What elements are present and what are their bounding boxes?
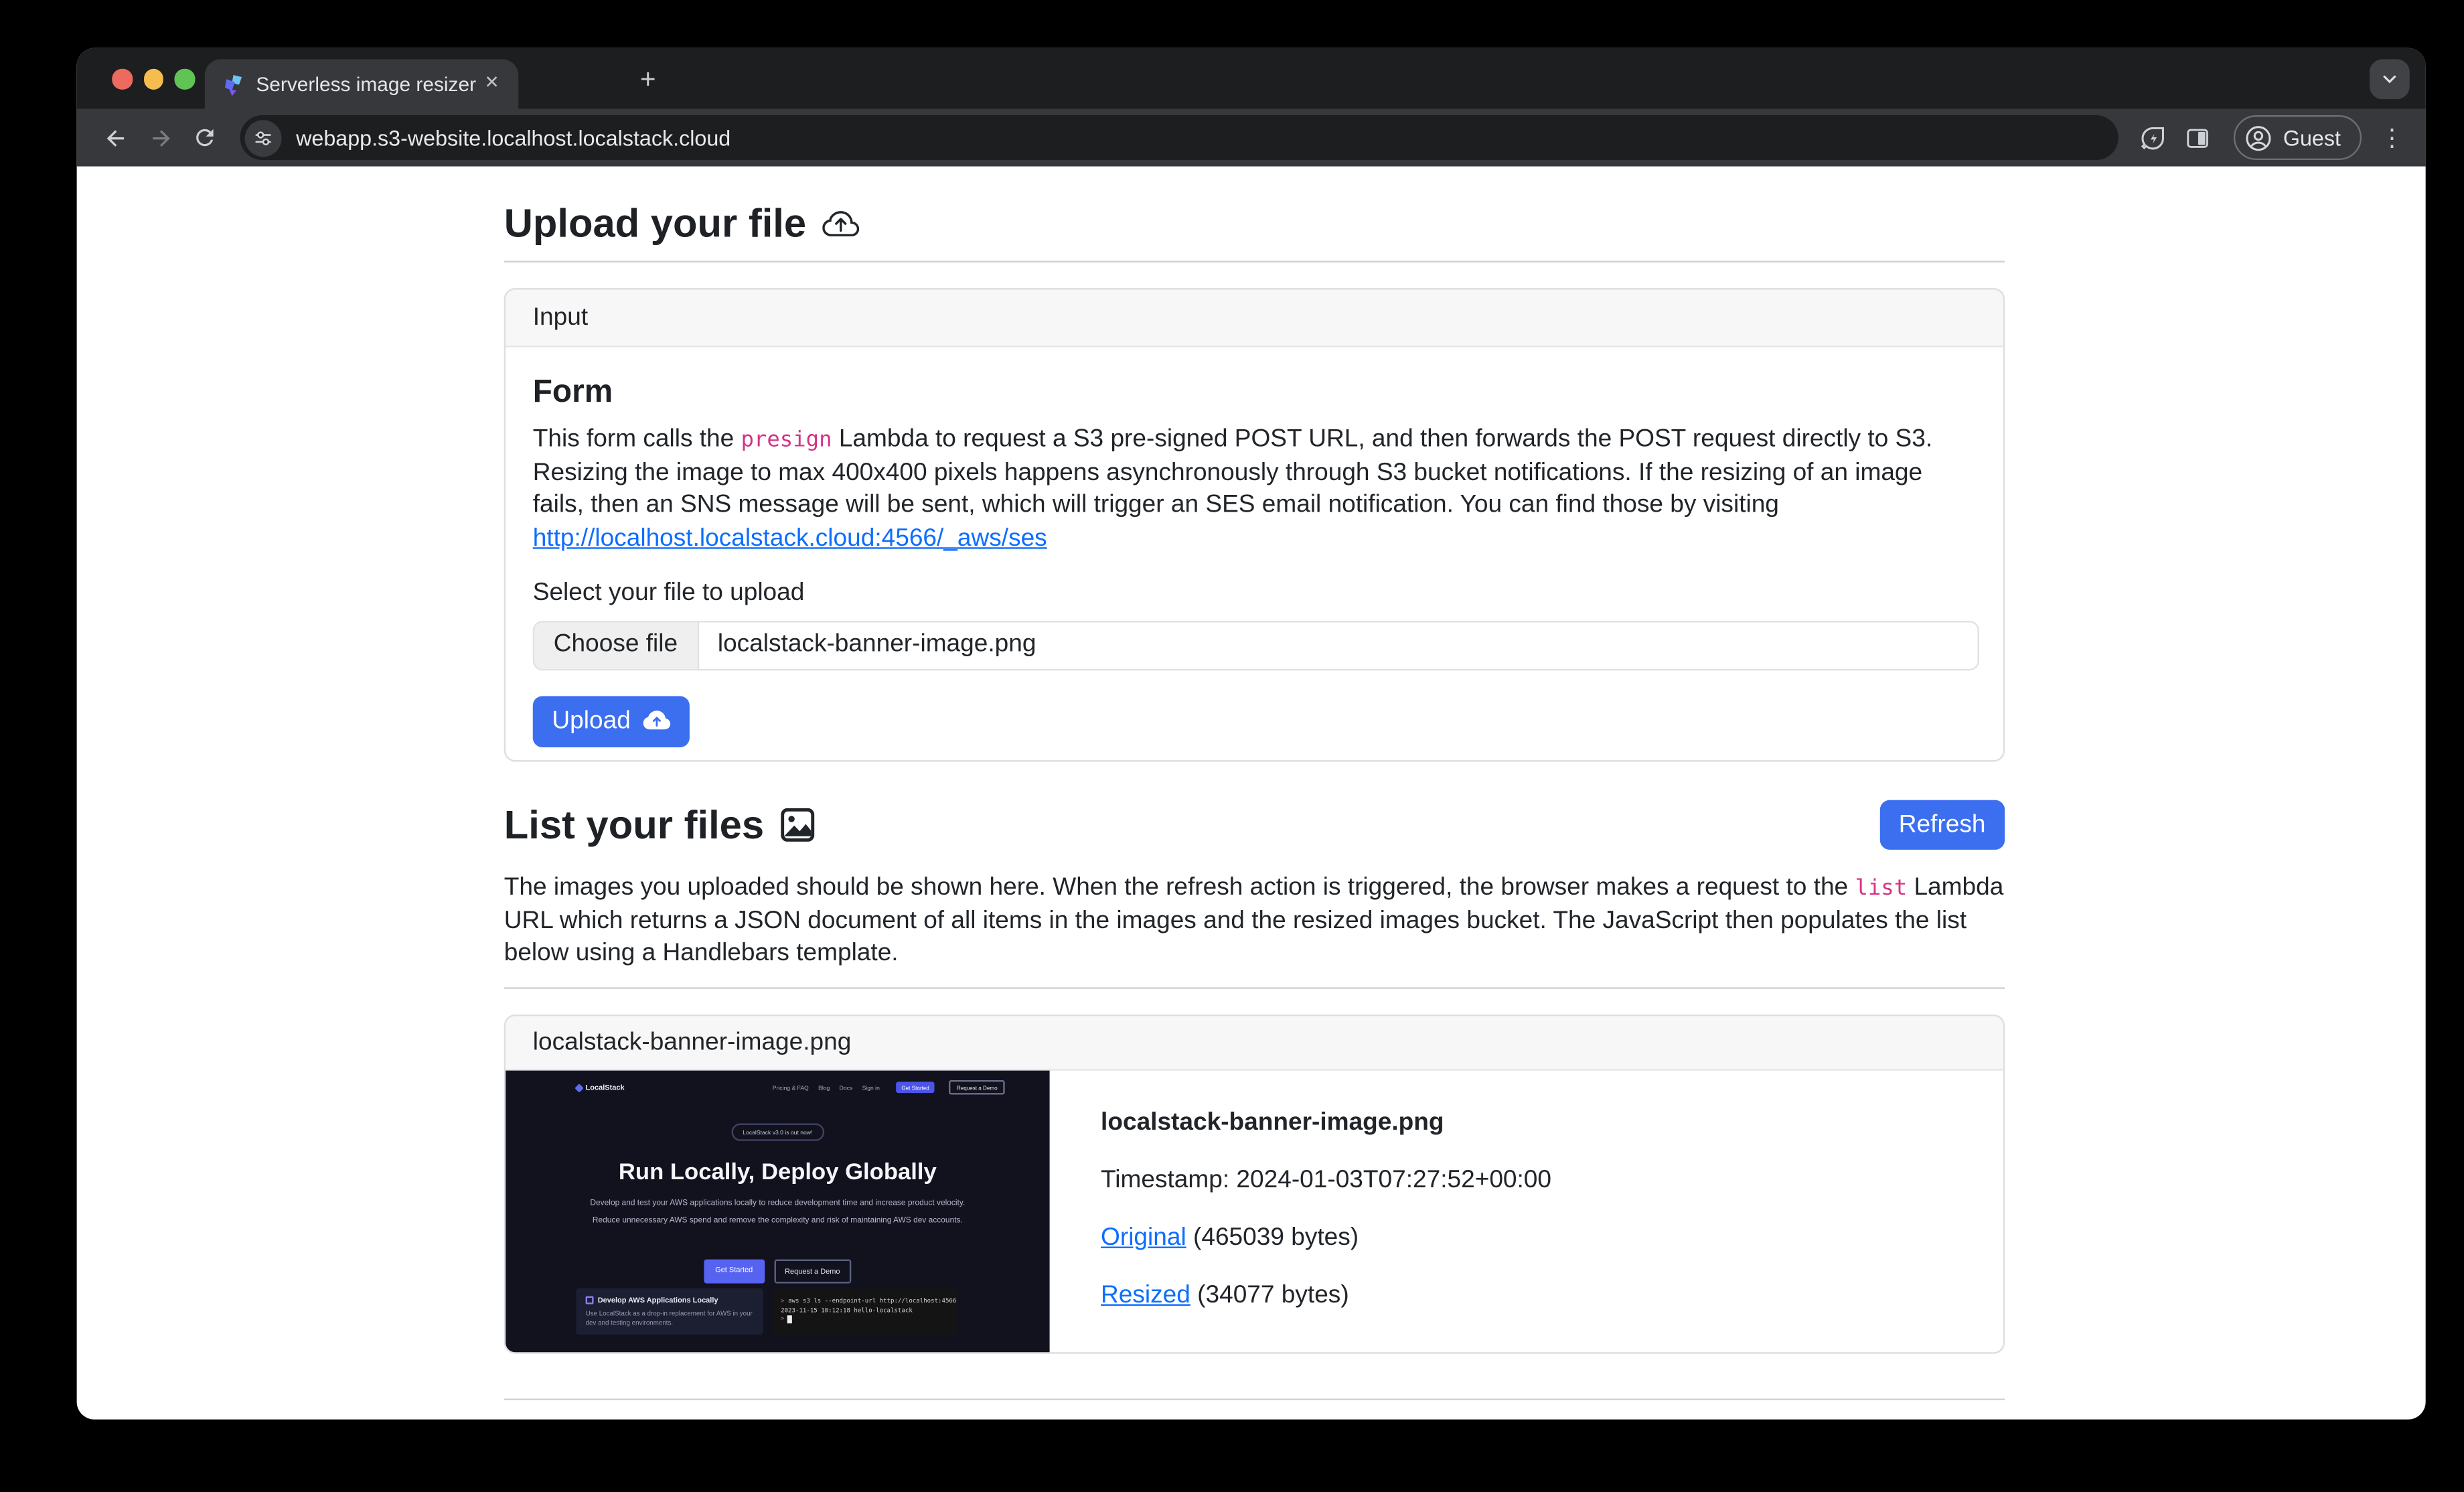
thumb-badge: LocalStack v3.0 is out now! bbox=[732, 1124, 824, 1142]
list-code: list bbox=[1855, 875, 1907, 901]
close-tab-icon[interactable]: ✕ bbox=[481, 72, 503, 96]
file-details: localstack-banner-image.png Timestamp: 2… bbox=[1050, 1071, 1551, 1354]
cloud-upload-icon bbox=[822, 206, 859, 242]
original-link[interactable]: Original bbox=[1101, 1224, 1186, 1252]
localstack-logo-icon bbox=[574, 1083, 584, 1092]
browser-tab[interactable]: Serverless image resizer ✕ bbox=[205, 59, 518, 108]
cloud-upload-fill-icon bbox=[643, 708, 671, 735]
upload-heading-row: Upload your file bbox=[504, 200, 2005, 248]
chevron-down-icon bbox=[2379, 69, 2400, 90]
resized-size: (34077 bytes) bbox=[1197, 1282, 1349, 1309]
side-panel-icon bbox=[2185, 124, 2212, 151]
browser-toolbar: webapp.s3-website.localhost.localstack.c… bbox=[77, 108, 2426, 166]
thumb-bottom-row: Develop AWS Applications Locally Use Loc… bbox=[576, 1288, 957, 1335]
file-select-label: Select your file to upload bbox=[533, 579, 1976, 608]
person-icon bbox=[2243, 123, 2273, 153]
tab-search-button[interactable] bbox=[2370, 59, 2410, 99]
forward-button[interactable] bbox=[138, 115, 183, 160]
profile-label: Guest bbox=[2283, 126, 2341, 150]
form-title: Form bbox=[533, 373, 1976, 411]
presign-code: presign bbox=[741, 427, 832, 453]
divider bbox=[504, 1399, 2005, 1400]
refresh-button[interactable]: Refresh bbox=[1879, 800, 2005, 850]
reload-icon bbox=[192, 125, 218, 150]
input-card-header: Input bbox=[506, 290, 2003, 348]
reload-button[interactable] bbox=[182, 115, 227, 160]
close-window-button[interactable] bbox=[112, 69, 132, 89]
site-settings-button[interactable] bbox=[245, 119, 282, 156]
original-size: (465039 bytes) bbox=[1193, 1224, 1359, 1252]
minimize-window-button[interactable] bbox=[143, 69, 163, 89]
url-text: webapp.s3-website.localhost.localstack.c… bbox=[296, 126, 730, 150]
upload-heading: Upload your file bbox=[504, 200, 806, 248]
input-card: Input Form This form calls the presign L… bbox=[504, 288, 2005, 761]
thumb-terminal: > aws s3 ls --endpoint-url http://localh… bbox=[773, 1288, 957, 1335]
side-panel-button[interactable] bbox=[2176, 115, 2221, 160]
list-heading: List your files bbox=[504, 801, 764, 849]
file-name: localstack-banner-image.png bbox=[1101, 1109, 1551, 1138]
zoom-window-button[interactable] bbox=[174, 69, 194, 89]
tab-title: Serverless image resizer bbox=[256, 73, 481, 95]
thumb-feature-icon bbox=[586, 1296, 593, 1304]
thumb-title: Run Locally, Deploy Globally bbox=[506, 1161, 1049, 1186]
file-card: localstack-banner-image.png LocalStack P… bbox=[504, 1015, 2005, 1354]
menu-button[interactable]: ⋮ bbox=[2374, 123, 2410, 152]
thumb-description: Develop and test your AWS applications l… bbox=[587, 1195, 968, 1231]
list-heading-row: List your files Refresh bbox=[504, 800, 2005, 850]
form-description: This form calls the presign Lambda to re… bbox=[533, 424, 1976, 556]
tune-icon bbox=[253, 127, 274, 148]
resized-link[interactable]: Resized bbox=[1101, 1282, 1190, 1309]
choose-file-button[interactable]: Choose file bbox=[534, 622, 698, 668]
performance-button[interactable] bbox=[2131, 115, 2176, 160]
browser-window: Serverless image resizer ✕ + bbox=[77, 48, 2426, 1420]
upload-button[interactable]: Upload bbox=[533, 696, 690, 747]
page-content: Upload your file Input Form This form ca… bbox=[77, 167, 2426, 1420]
file-thumbnail: LocalStack Pricing & FAQ Blog Docs Sign … bbox=[506, 1071, 1049, 1354]
profile-button[interactable]: Guest bbox=[2234, 115, 2362, 160]
divider bbox=[504, 261, 2005, 263]
window-controls bbox=[112, 69, 194, 89]
desktop-background: Serverless image resizer ✕ + bbox=[0, 0, 2464, 1492]
list-description: The images you uploaded should be shown … bbox=[504, 872, 2005, 971]
image-icon bbox=[780, 808, 814, 842]
back-button[interactable] bbox=[93, 115, 138, 160]
file-card-header: localstack-banner-image.png bbox=[506, 1017, 2003, 1071]
thumb-cta-row: Get Started Request a Demo bbox=[506, 1260, 1049, 1284]
file-timestamp: Timestamp: 2024-01-03T07:27:52+00:00 bbox=[1101, 1167, 1551, 1195]
ses-link[interactable]: http://localhost.localstack.cloud:4566/_… bbox=[533, 525, 1047, 552]
favicon bbox=[221, 73, 243, 95]
address-bar[interactable]: webapp.s3-website.localhost.localstack.c… bbox=[240, 115, 2118, 160]
new-tab-button[interactable]: + bbox=[631, 62, 666, 98]
thumb-navbar: LocalStack Pricing & FAQ Blog Docs Sign … bbox=[576, 1079, 1004, 1096]
energy-saver-leaf-icon bbox=[2140, 124, 2167, 151]
file-input-value: localstack-banner-image.png bbox=[698, 622, 1977, 668]
tab-strip: Serverless image resizer ✕ + bbox=[77, 48, 2426, 109]
back-icon bbox=[102, 124, 129, 151]
file-input[interactable]: Choose file localstack-banner-image.png bbox=[533, 621, 1979, 670]
divider bbox=[504, 988, 2005, 989]
forward-icon bbox=[147, 124, 174, 151]
